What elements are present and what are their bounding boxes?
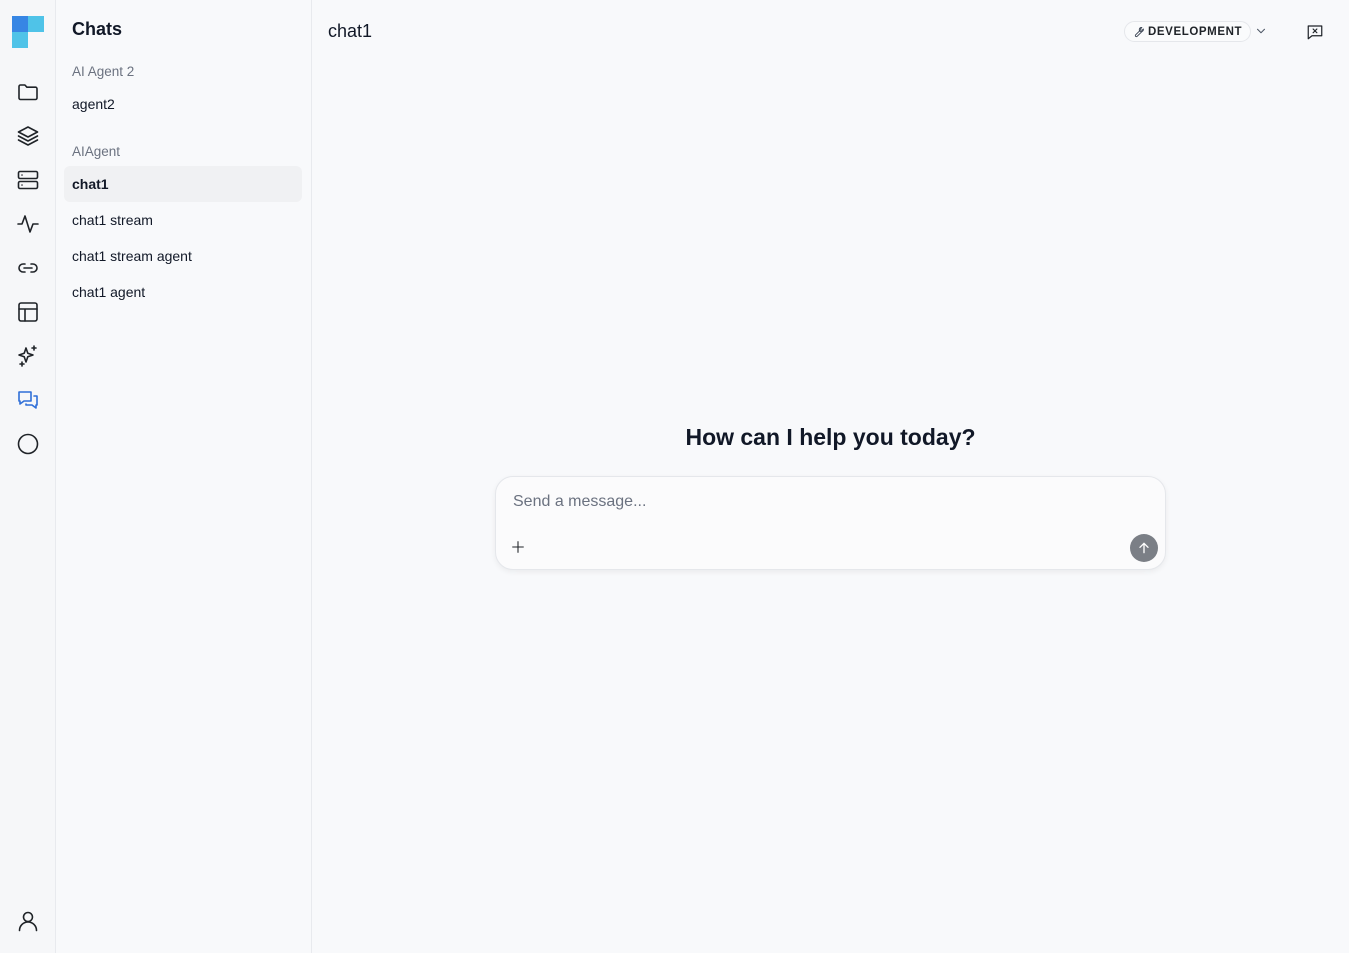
message-x-icon xyxy=(1307,25,1323,40)
chat-item-chat1[interactable]: chat1 xyxy=(64,166,302,202)
app-logo[interactable] xyxy=(12,16,44,48)
chevron-down-icon xyxy=(1256,28,1266,34)
rail-status-button[interactable] xyxy=(12,428,44,460)
chat-item-chat1-agent[interactable]: chat1 agent xyxy=(64,274,302,310)
circle-icon xyxy=(17,433,39,455)
attach-button[interactable] xyxy=(508,537,528,557)
welcome-heading: How can I help you today? xyxy=(685,424,976,450)
message-composer xyxy=(495,476,1166,570)
environment-label: DEVELOPMENT xyxy=(1148,25,1243,38)
message-input[interactable] xyxy=(513,493,1133,519)
user-icon xyxy=(18,911,38,932)
chat-item-agent2[interactable]: agent2 xyxy=(64,86,302,122)
wrench-icon xyxy=(1134,26,1144,37)
folder-icon xyxy=(18,84,38,101)
group-label-ai-agent-2: AI Agent 2 xyxy=(72,64,135,79)
rail-server-button[interactable] xyxy=(12,164,44,196)
link-icon xyxy=(18,263,38,273)
layers-icon xyxy=(17,126,39,146)
send-button[interactable] xyxy=(1130,534,1158,562)
app-rail xyxy=(0,0,56,953)
chat-title: chat1 xyxy=(328,21,373,41)
rail-activity-button[interactable] xyxy=(12,208,44,240)
table-icon xyxy=(18,302,38,322)
rail-account-button[interactable] xyxy=(12,905,44,937)
chat-item-chat1-stream[interactable]: chat1 stream xyxy=(64,202,302,238)
chat-item-chat1-stream-agent[interactable]: chat1 stream agent xyxy=(64,238,302,274)
rail-files-button[interactable] xyxy=(12,76,44,108)
arrow-up-icon xyxy=(1139,542,1149,554)
logo-icon xyxy=(12,16,44,48)
rail-tables-button[interactable] xyxy=(12,296,44,328)
close-chat-button[interactable] xyxy=(1304,21,1326,43)
panel-title: Chats xyxy=(72,19,123,39)
chat-list-panel: Chats AI Agent 2 agent2 AIAgent chat1 ch… xyxy=(56,0,312,953)
environment-badge[interactable]: DEVELOPMENT xyxy=(1124,21,1252,42)
sparkles-icon xyxy=(18,345,37,367)
rail-links-button[interactable] xyxy=(12,252,44,284)
activity-icon xyxy=(17,215,39,233)
rail-ai-button[interactable] xyxy=(12,340,44,372)
rail-layers-button[interactable] xyxy=(12,120,44,152)
group-label-aiagent: AIAgent xyxy=(72,144,121,159)
server-icon xyxy=(17,170,39,190)
environment-dropdown-toggle[interactable] xyxy=(1254,24,1268,38)
rail-chats-button[interactable] xyxy=(12,384,44,416)
chats-icon xyxy=(18,391,38,409)
plus-icon xyxy=(512,541,524,553)
chat-main: chat1 DEVELOPMENT How can I help you tod… xyxy=(312,0,1349,953)
